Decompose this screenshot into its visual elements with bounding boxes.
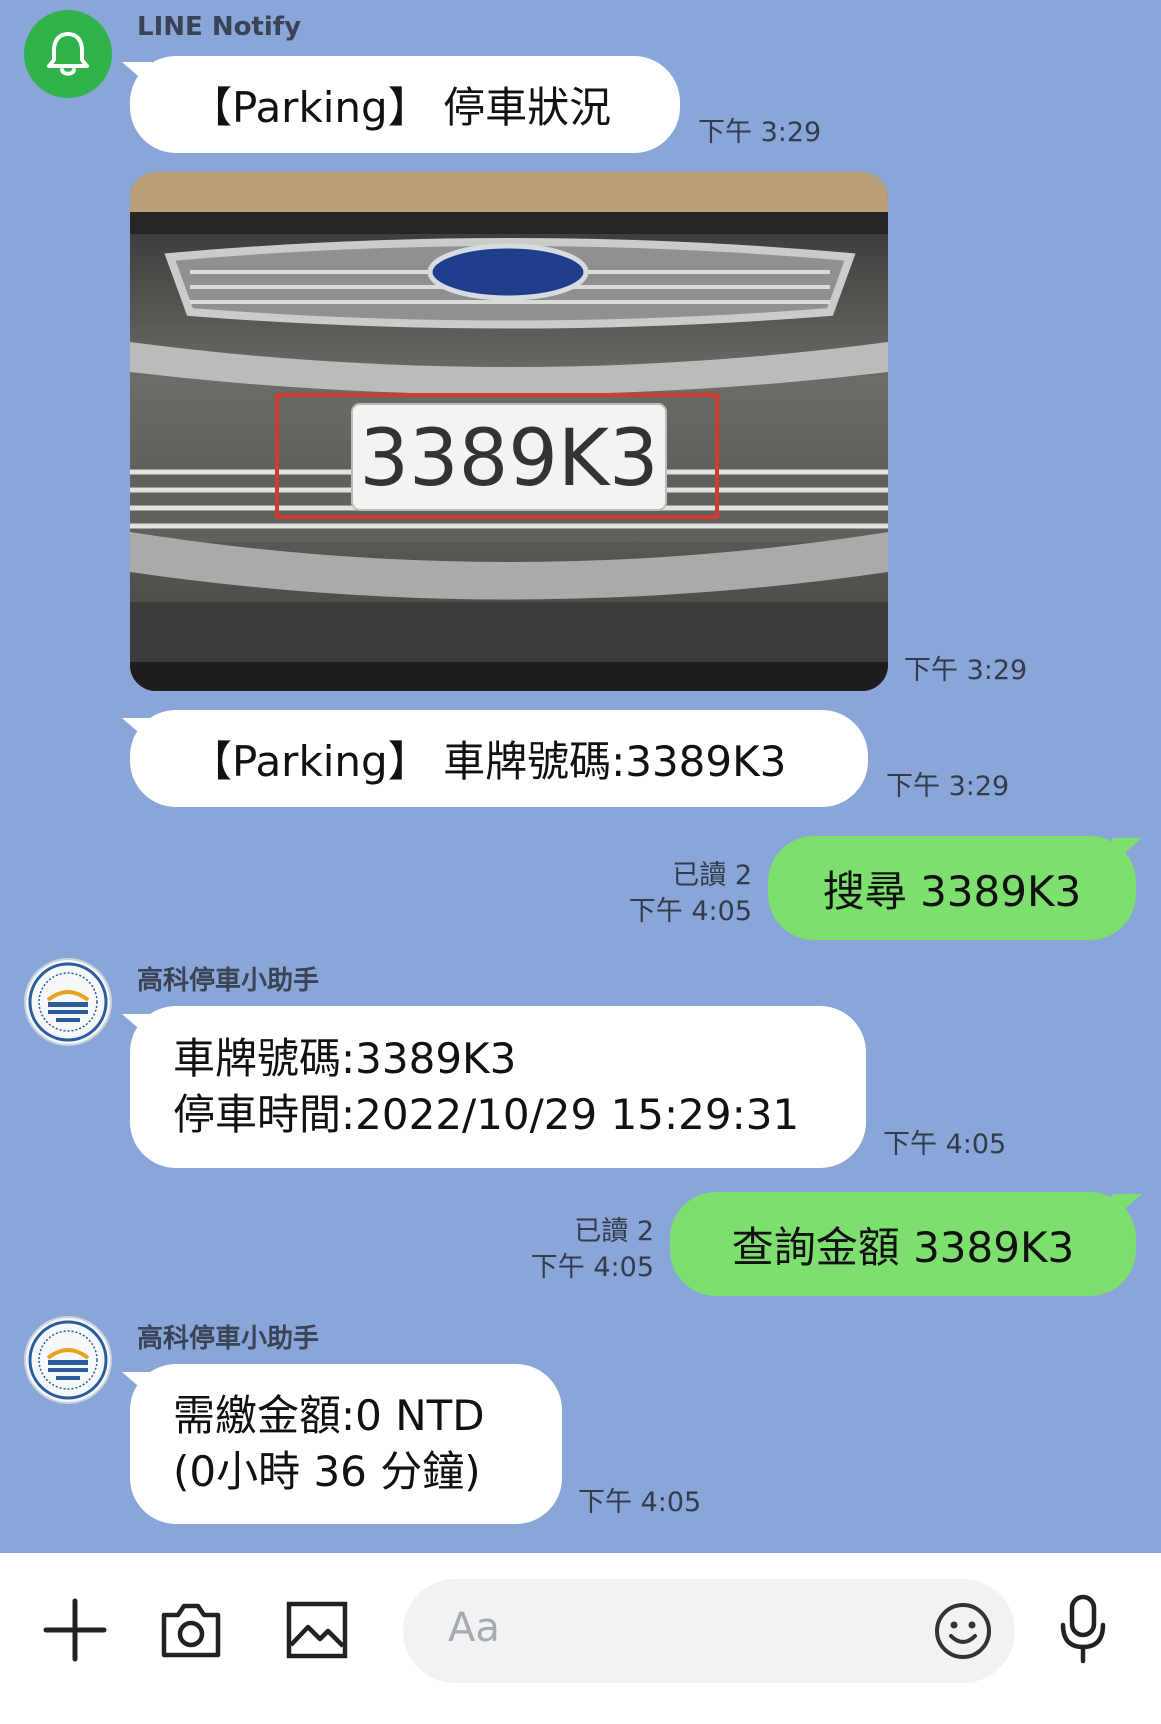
plate-text: 3389K3 xyxy=(359,414,658,504)
notify-message-bubble[interactable]: 【Parking】 車牌號碼:3389K3 xyxy=(130,710,868,807)
school-emblem-icon xyxy=(28,962,108,1042)
message-input-bar: Aa xyxy=(0,1553,1161,1724)
plus-icon[interactable] xyxy=(42,1597,108,1667)
message-line: (0小時 36 分鐘) xyxy=(173,1447,481,1496)
message-time: 下午 4:05 xyxy=(628,896,752,927)
bot-avatar[interactable] xyxy=(24,1316,112,1404)
license-plate-photo[interactable]: 3389K3 xyxy=(130,172,888,691)
read-receipt: 已讀 2 xyxy=(672,860,752,891)
line-notify-avatar[interactable] xyxy=(24,10,112,98)
message-text: 查詢金額 3389K3 xyxy=(731,1222,1075,1272)
message-line: 停車時間:2022/10/29 15:29:31 xyxy=(173,1090,800,1139)
message-text: 【Parking】 車牌號碼:3389K3 xyxy=(190,737,787,786)
sender-name: LINE Notify xyxy=(137,12,302,42)
bot-message-bubble[interactable]: 需繳金額:0 NTD (0小時 36 分鐘) xyxy=(130,1364,562,1524)
user-message-bubble[interactable]: 搜尋 3389K3 xyxy=(768,836,1136,940)
microphone-icon[interactable] xyxy=(1055,1593,1111,1669)
message-meta: 已讀 2 下午 4:05 xyxy=(600,858,752,930)
message-time: 下午 4:05 xyxy=(883,1129,1007,1160)
sender-name: 高科停車小助手 xyxy=(137,966,320,996)
message-meta: 已讀 2 下午 4:05 xyxy=(500,1214,654,1286)
bot-message-bubble[interactable]: 車牌號碼:3389K3 停車時間:2022/10/29 15:29:31 xyxy=(130,1006,866,1168)
school-emblem-icon xyxy=(28,1320,108,1400)
message-time: 下午 3:29 xyxy=(904,655,1028,686)
sender-name: 高科停車小助手 xyxy=(137,1324,320,1354)
message-time: 下午 3:29 xyxy=(698,117,822,148)
message-text: 搜尋 3389K3 xyxy=(822,866,1082,916)
camera-icon[interactable] xyxy=(158,1597,224,1667)
bell-icon xyxy=(47,32,89,76)
notify-message-bubble[interactable]: 【Parking】 停車狀況 xyxy=(130,56,680,153)
read-receipt: 已讀 2 xyxy=(574,1216,654,1247)
message-input[interactable]: Aa xyxy=(403,1579,1015,1683)
message-text: 【Parking】 停車狀況 xyxy=(190,83,612,132)
input-placeholder: Aa xyxy=(448,1605,500,1651)
message-line: 需繳金額:0 NTD xyxy=(173,1391,485,1440)
bot-avatar[interactable] xyxy=(24,958,112,1046)
message-time: 下午 3:29 xyxy=(886,771,1010,802)
emoji-icon[interactable] xyxy=(933,1601,993,1665)
user-message-bubble[interactable]: 查詢金額 3389K3 xyxy=(670,1192,1136,1296)
message-line: 車牌號碼:3389K3 xyxy=(173,1034,517,1083)
message-time: 下午 4:05 xyxy=(530,1252,654,1283)
image-icon[interactable] xyxy=(284,1597,350,1667)
message-time: 下午 4:05 xyxy=(578,1487,702,1518)
